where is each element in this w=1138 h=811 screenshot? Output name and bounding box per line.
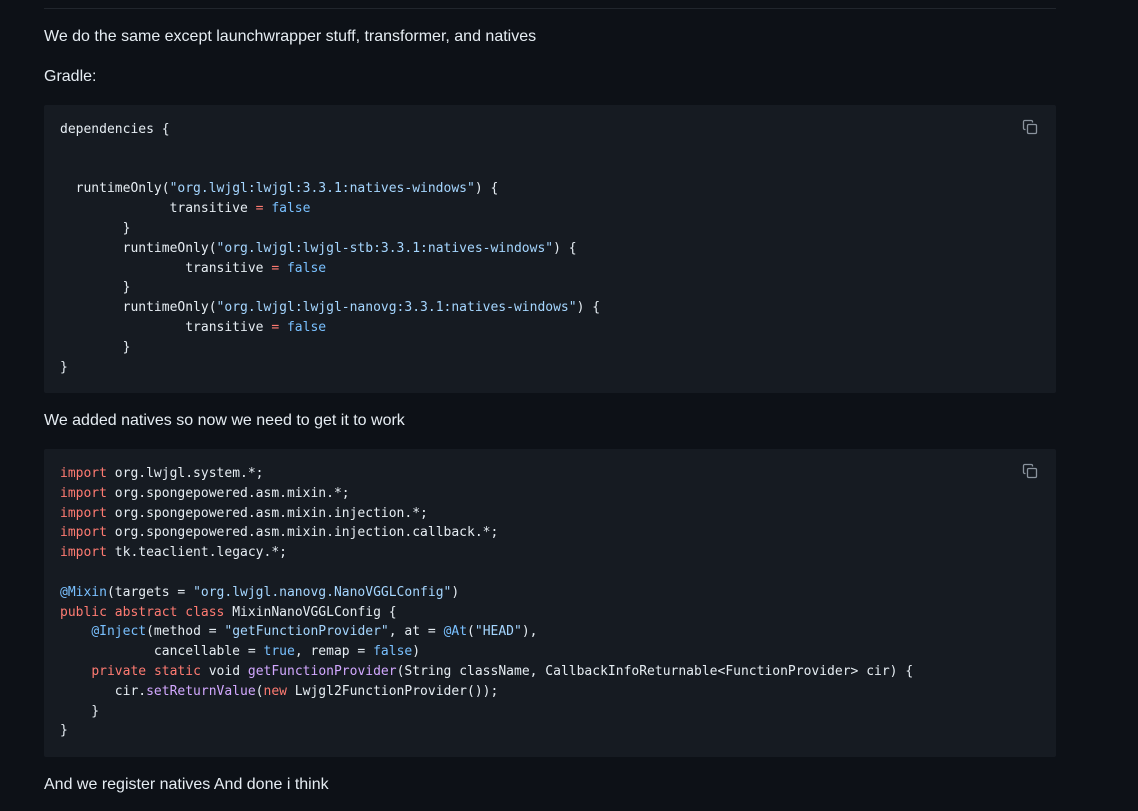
code-line: cir.setReturnValue(new Lwjgl2FunctionPro… [60,683,499,699]
code-line: import org.spongepowered.asm.mixin.*; [60,485,350,501]
code-line: transitive = false [60,319,327,335]
code-line: } [60,723,68,739]
code-line: import org.spongepowered.asm.mixin.injec… [60,525,499,541]
code-line: } [60,280,131,296]
code-line: } [60,359,68,375]
code-line: transitive = false [60,201,311,217]
code-line: import org.lwjgl.system.*; [60,466,264,481]
code-line: runtimeOnly("org.lwjgl:lwjgl-stb:3.3.1:n… [60,240,577,256]
gradle-label: Gradle: [44,68,97,85]
code-line: } [60,220,131,236]
natives-note-text: We added natives so now we need to get i… [44,412,405,429]
code-line: private static void getFunctionProvider(… [91,663,914,679]
code-line: runtimeOnly("org.lwjgl:lwjgl-nanovg:3.3.… [60,300,601,316]
copy-icon [1022,463,1038,479]
copy-code-button[interactable] [1018,459,1042,483]
copy-code-button[interactable] [1018,115,1042,139]
code-line: } [60,703,100,719]
code-line: cancellable = true, remap = false) [60,644,421,660]
gradle-code: dependencies { runtimeOnly("org.lwjgl:lw… [60,120,600,377]
java-code-block: import org.lwjgl.system.*; import org.sp… [44,449,1056,757]
code-line: import tk.teaclient.legacy.*; [60,545,287,561]
code-line: import org.spongepowered.asm.mixin.injec… [60,505,428,521]
code-line: @Inject(method = "getFunctionProvider", … [91,624,538,640]
top-divider [44,8,1056,9]
gradle-code-block: dependencies { runtimeOnly("org.lwjgl:lw… [44,105,1056,393]
code-line: runtimeOnly("org.lwjgl:lwjgl:3.3.1:nativ… [60,181,499,197]
copy-icon [1022,119,1038,135]
intro-text: We do the same except launchwrapper stuf… [44,28,537,45]
java-code: import org.lwjgl.system.*; import org.sp… [60,464,913,741]
code-line: public abstract class MixinNanoVGGLConfi… [60,604,397,620]
code-line: @Mixin(targets = "org.lwjgl.nanovg.NanoV… [60,584,460,600]
code-line: } [60,339,131,355]
code-line: transitive = false [60,260,327,276]
outro-text: And we register natives And done i think [44,776,329,793]
code-line: dependencies { [60,122,170,137]
